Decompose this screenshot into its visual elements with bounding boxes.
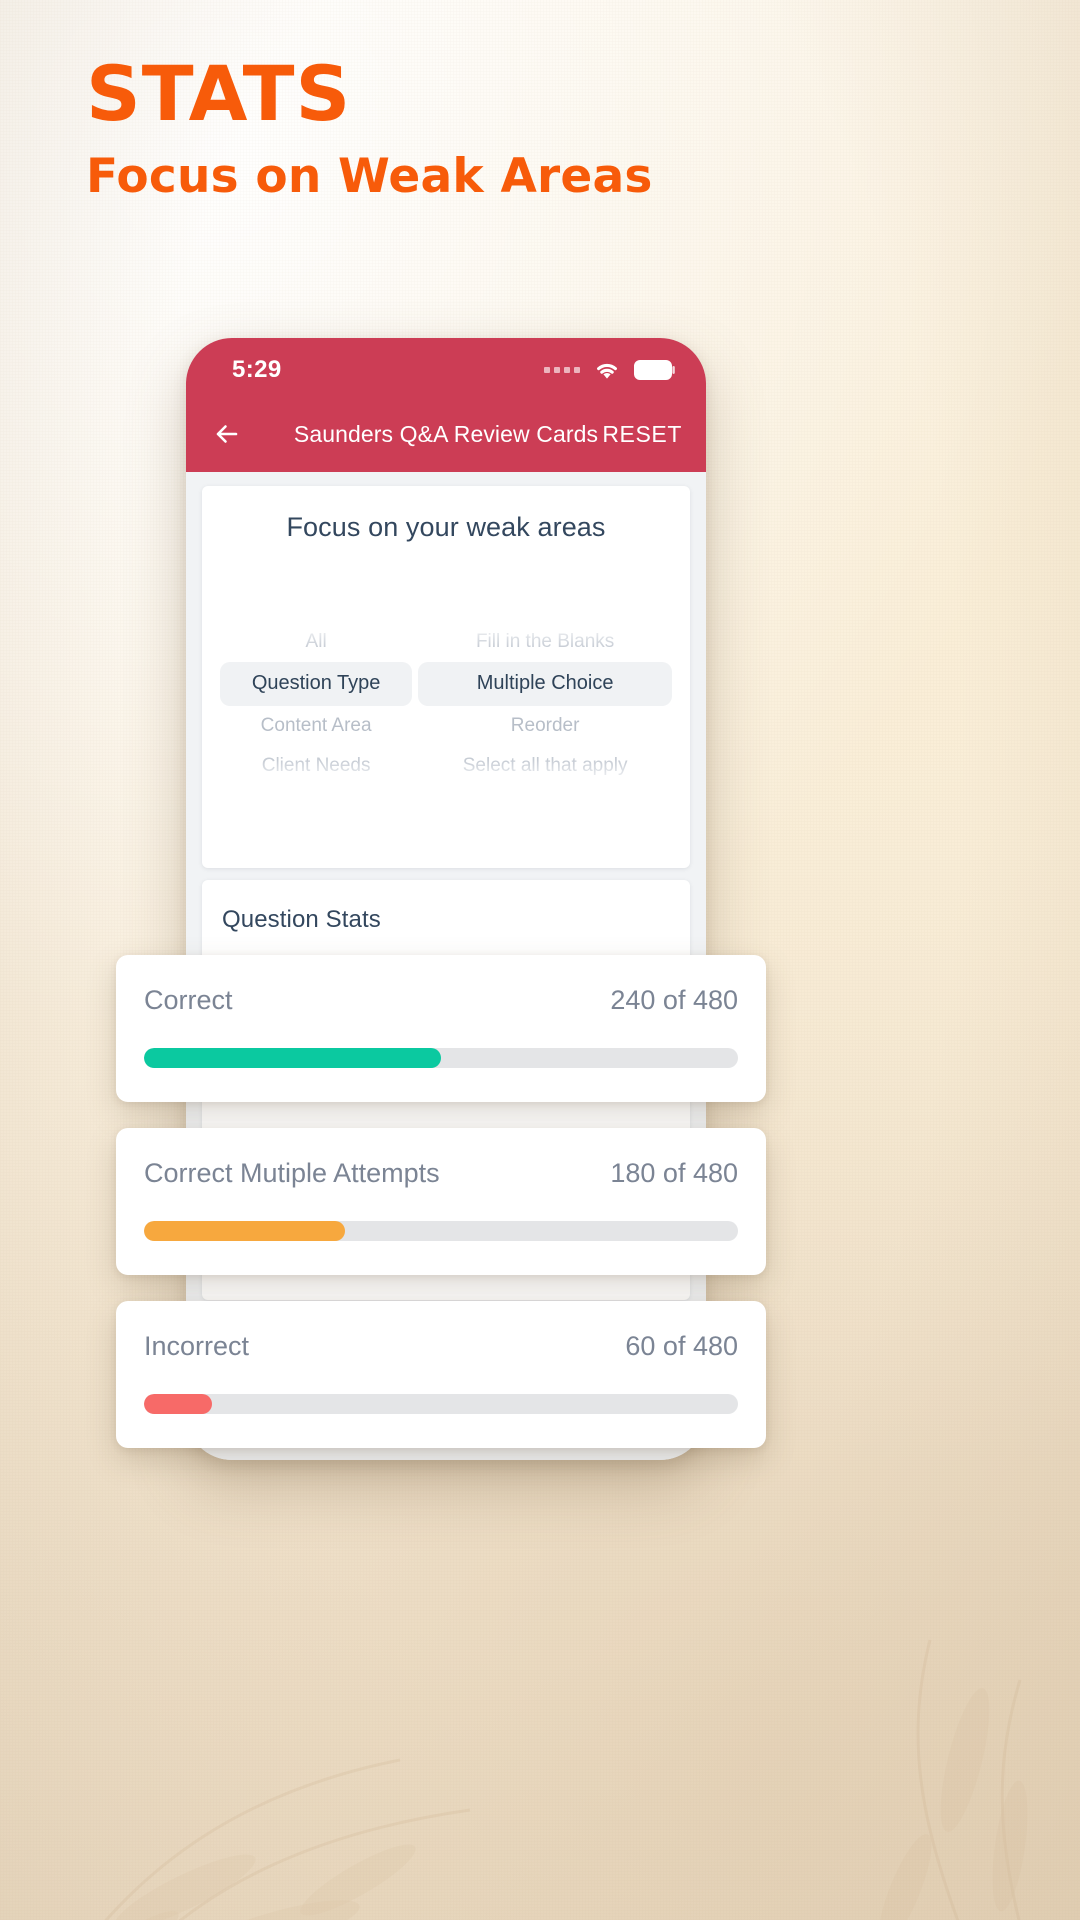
app-bar: Saunders Q&A Review Cards RESET <box>186 396 706 472</box>
filter-card-title: Focus on your weak areas <box>286 512 606 542</box>
progress-fill <box>144 1048 441 1068</box>
stat-card-header: Correct 240 of 480 <box>144 985 738 1016</box>
status-bar: 5:29 <box>186 338 706 396</box>
stat-card-header: Incorrect 60 of 480 <box>144 1331 738 1362</box>
signal-dots-icon <box>544 367 580 373</box>
picker-selected-option[interactable]: Question Type <box>220 661 413 706</box>
stat-label: Incorrect <box>144 1331 250 1361</box>
battery-icon <box>634 360 675 380</box>
picker-option-above[interactable]: Fill in the Blanks <box>418 622 672 662</box>
wifi-icon <box>597 363 617 379</box>
picker-selected-option[interactable]: Multiple Choice <box>418 661 672 706</box>
progress-track <box>144 1394 738 1414</box>
stat-value: 240 of 480 <box>610 985 738 1015</box>
promo-subtitle: Focus on Weak Areas <box>86 149 653 204</box>
picker-option-below-2[interactable]: Client Needs <box>220 746 412 786</box>
progress-track <box>144 1221 738 1241</box>
picker-option-below-1[interactable]: Reorder <box>418 706 672 746</box>
status-bar-icons <box>544 360 676 380</box>
question-type-picker[interactable]: All Question Type Content Area Client Ne… <box>220 621 413 786</box>
question-stats-title: Question Stats <box>222 906 381 933</box>
promo-headline: STATS Focus on Weak Areas <box>86 49 653 204</box>
stat-card-incorrect[interactable]: Incorrect 60 of 480 <box>116 1301 766 1448</box>
stat-card-correct[interactable]: Correct 240 of 480 <box>116 955 766 1102</box>
question-subtype-picker[interactable]: Fill in the Blanks Multiple Choice Reord… <box>418 621 672 786</box>
progress-fill <box>144 1394 213 1414</box>
stat-card-correct-multiple-attempts[interactable]: Correct Mutiple Attempts 180 of 480 <box>116 1128 766 1275</box>
promo-title: STATS <box>86 49 352 138</box>
status-bar-clock: 5:29 <box>232 356 282 383</box>
filter-card: Focus on your weak areas All Question Ty… <box>202 486 690 868</box>
filter-pickers: All Question Type Content Area Client Ne… <box>220 604 672 786</box>
progress-track <box>144 1048 738 1068</box>
reset-button[interactable]: RESET <box>602 421 682 448</box>
stat-cards-stack: Correct 240 of 480 Correct Mutiple Attem… <box>116 955 766 1474</box>
stat-label: Correct <box>144 985 233 1015</box>
picker-option-above[interactable]: All <box>220 622 412 662</box>
stat-value: 60 of 480 <box>625 1331 738 1361</box>
stat-card-header: Correct Mutiple Attempts 180 of 480 <box>144 1158 738 1189</box>
stat-value: 180 of 480 <box>610 1158 738 1188</box>
picker-option-below-1[interactable]: Content Area <box>220 706 412 746</box>
back-arrow-icon[interactable] <box>208 415 246 453</box>
progress-fill <box>144 1221 345 1241</box>
stat-label: Correct Mutiple Attempts <box>144 1158 440 1188</box>
picker-option-below-2[interactable]: Select all that apply <box>418 746 672 786</box>
